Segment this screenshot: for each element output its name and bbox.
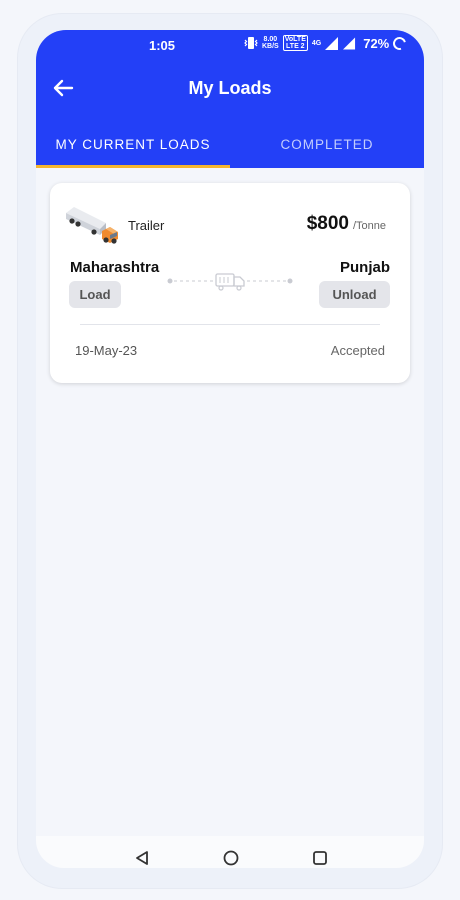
load-status: Accepted	[330, 343, 385, 358]
status-time: 1:05	[149, 38, 176, 53]
price-amount: $800	[306, 213, 349, 234]
origin-location: Maharashtra	[70, 259, 160, 276]
trailer-truck-icon	[66, 207, 118, 244]
unload-chip[interactable]: Unload	[319, 281, 390, 308]
tab-completed[interactable]: COMPLETED	[230, 126, 424, 168]
battery-percent: 72%	[363, 35, 390, 51]
vehicle-type: Trailer	[128, 218, 165, 233]
signal-icon	[325, 36, 339, 50]
load-chip[interactable]: Load	[69, 281, 121, 308]
load-date: 19-May-23	[75, 343, 138, 358]
price: $800 /Tonne	[307, 213, 386, 235]
network-type: 4G	[311, 39, 322, 47]
tab-bar: MY CURRENT LOADS COMPLETED	[36, 126, 424, 168]
vibrate-icon	[244, 37, 258, 49]
load-card[interactable]: Trailer $800 /Tonne Maharashtra Punjab L…	[50, 183, 410, 383]
square-recent-icon[interactable]	[312, 850, 328, 866]
volte-badge: VoLTE LTE 2	[282, 35, 308, 51]
status-icons: 8.00 KB/S VoLTE LTE 2 4G 72%	[244, 34, 409, 52]
tab-my-current-loads[interactable]: MY CURRENT LOADS	[36, 126, 230, 168]
triangle-back-icon[interactable]	[134, 850, 150, 866]
circle-home-icon[interactable]	[223, 850, 239, 866]
app-screen: 1:05 8.00 KB/S VoLTE LTE 2 4G 72% My Loa…	[36, 30, 424, 868]
signal-2-icon	[343, 36, 356, 50]
app-header: 1:05 8.00 KB/S VoLTE LTE 2 4G 72% My Loa…	[36, 30, 424, 168]
price-unit: /Tonne	[352, 220, 386, 232]
battery-icon	[390, 34, 409, 52]
system-nav-bar	[36, 836, 424, 868]
status-bar: 1:05 8.00 KB/S VoLTE LTE 2 4G 72%	[36, 30, 424, 60]
net-speed: 8.00 KB/S	[262, 36, 279, 50]
truck-route-icon	[167, 273, 293, 291]
title-bar: My Loads	[36, 60, 424, 116]
page-title: My Loads	[188, 78, 272, 98]
card-divider	[80, 324, 380, 325]
destination-location: Punjab	[339, 259, 390, 276]
